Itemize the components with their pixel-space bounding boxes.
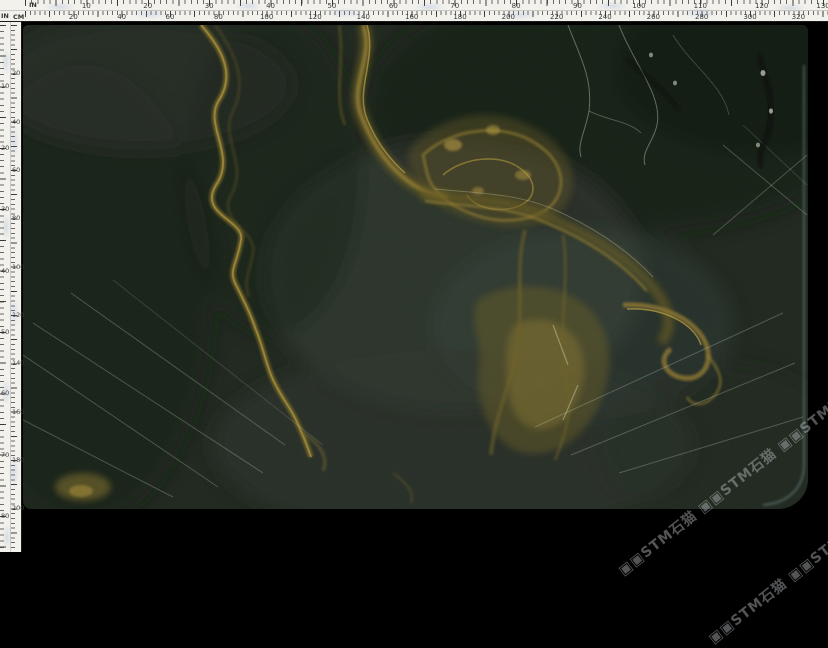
ruler-number: 110 [694, 3, 707, 10]
ruler-number: 280 [695, 14, 708, 21]
ruler-number: 160 [405, 14, 418, 21]
left-ruler: IN 1020304050607080 20406080100120140160… [0, 22, 22, 552]
ruler-number: 50 [1, 329, 9, 336]
ruler-number: 300 [743, 14, 756, 21]
left-ruler-inch-col: IN 1020304050607080 [0, 22, 11, 552]
ruler-number: 140 [12, 360, 24, 367]
ruler-number: 180 [12, 457, 24, 464]
ruler-number: 30 [205, 3, 214, 10]
ruler-number: 10 [82, 3, 91, 10]
ruler-number: 20 [143, 3, 152, 10]
ruler-number: 80 [512, 3, 521, 10]
ruler-number: 10 [1, 83, 9, 90]
ruler-number: 30 [1, 206, 9, 213]
cm-major-ticks [11, 25, 17, 552]
top-ruler-cm-row: CM 20 40 60 80 100 120 140 160 180 200 220 240 260 28… [0, 11, 828, 22]
ruler-number: 180 [453, 14, 466, 21]
inch-major-ticks [0, 25, 6, 552]
ruler-number: 220 [550, 14, 563, 21]
ruler-number: 80 [12, 215, 20, 222]
unit-label-inch: IN [1, 13, 9, 20]
ruler-number: 40 [12, 118, 20, 125]
scan-background: ▣▣STM石猫 ▣▣STM石猫 ▣▣STM石猫 ▣▣STM石猫 ▣▣STM石猫 … [22, 22, 828, 552]
marble-texture [23, 25, 808, 509]
ruler-number: 20 [12, 70, 20, 77]
ruler-number: 240 [598, 14, 611, 21]
ruler-number: 120 [755, 3, 768, 10]
ruler-number: 40 [117, 14, 126, 21]
ruler-number: 50 [327, 3, 336, 10]
ruler-number: 120 [12, 312, 24, 319]
ruler-number: 130 [816, 3, 828, 10]
ruler-number: 40 [266, 3, 275, 10]
ruler-number: 100 [260, 14, 273, 21]
ruler-number: 260 [647, 14, 660, 21]
ruler-number: 70 [1, 451, 9, 458]
ruler-number: 60 [389, 3, 398, 10]
ruler-number: 60 [12, 167, 20, 174]
unit-label-inch: IN [29, 2, 37, 9]
top-ruler: IN 10 20 30 40 50 60 70 80 90 100 110 120 130 CM 20 4… [0, 0, 828, 22]
ruler-number: 60 [1, 390, 9, 397]
ruler-number: 100 [12, 263, 24, 270]
unit-label-cm: CM [13, 14, 24, 21]
ruler-number: 80 [1, 513, 9, 520]
slab-scanner-view: { "rulers": { "unit_labels": { "top_inch… [0, 0, 828, 552]
ruler-number: 20 [69, 14, 78, 21]
top-ruler-inch-row: IN 10 20 30 40 50 60 70 80 90 100 110 120 130 [0, 0, 828, 11]
ruler-number: 90 [573, 3, 582, 10]
ruler-number: 60 [166, 14, 175, 21]
ruler-number: 20 [1, 145, 9, 152]
ruler-number: 200 [12, 505, 24, 512]
left-ruler-cm-col: 20 40 60 80 100 120 140 160 180 200 [11, 22, 22, 552]
ruler-number: 140 [357, 14, 370, 21]
ruler-number: 200 [502, 14, 515, 21]
marble-slab-image [23, 25, 808, 509]
ruler-number: 100 [632, 3, 645, 10]
ruler-number: 40 [1, 267, 9, 274]
ruler-number: 70 [450, 3, 459, 10]
ruler-number: 160 [12, 408, 24, 415]
ruler-number: 80 [214, 14, 223, 21]
ruler-number: 320 [792, 14, 805, 21]
ruler-number: 120 [308, 14, 321, 21]
